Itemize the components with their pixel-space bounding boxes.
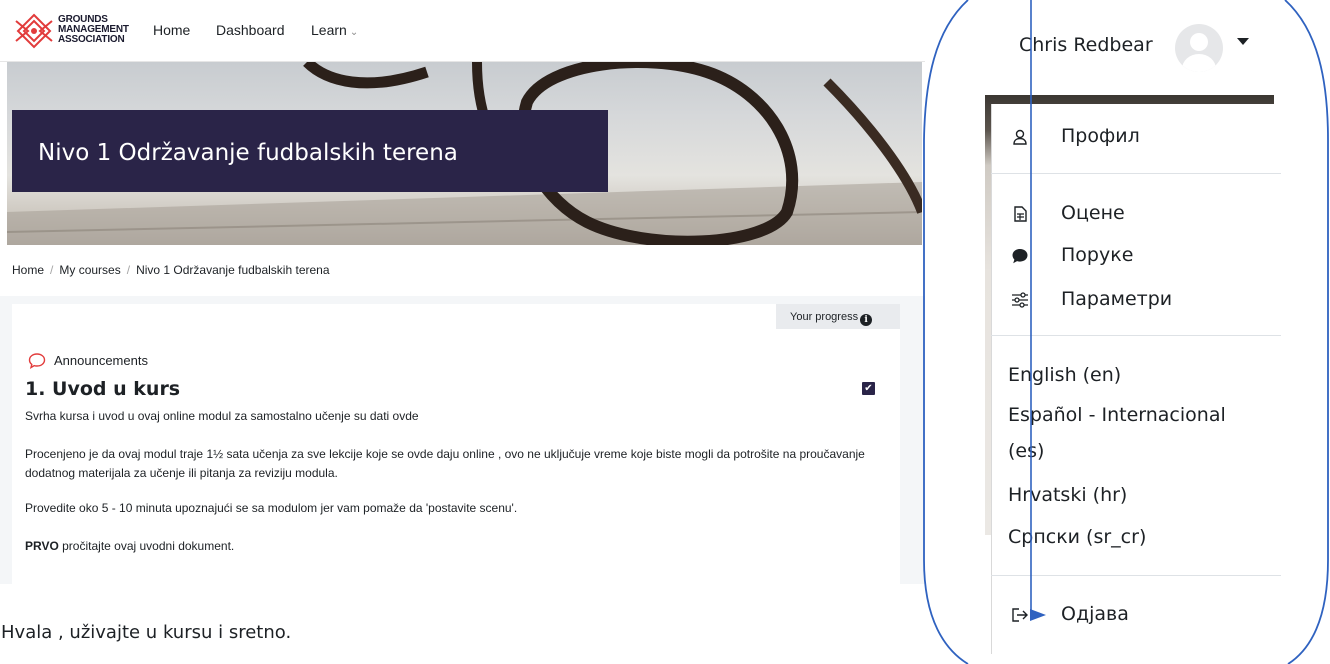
section-paragraph: Svrha kursa i uvod u ovaj online modul z… [25, 409, 419, 423]
breadcrumb: Home / My courses / Nivo 1 Održavanje fudbal… [12, 263, 330, 277]
breadcrumb-current-course[interactable]: Nivo 1 Održavanje fudbalskih terena [136, 263, 329, 277]
logo-emblem-icon [15, 13, 53, 49]
course-header-image: Nivo 1 Održavanje fudbalskih terena [7, 62, 922, 245]
sliders-icon [1012, 292, 1028, 308]
caret-down-icon[interactable] [1237, 38, 1249, 45]
language-option-es[interactable]: Español - Internacional (es) [1008, 397, 1226, 469]
language-option-hr[interactable]: Hrvatski (hr) [1008, 477, 1127, 513]
chevron-down-icon: ⌄ [349, 27, 359, 38]
section-title: 1. Uvod u kurs [25, 378, 181, 400]
language-label: Español - Internacional [1008, 404, 1226, 426]
nav-learn[interactable]: Learn ⌄ [311, 22, 358, 38]
info-icon[interactable]: i [860, 314, 873, 326]
completion-checkbox[interactable]: ✔ [862, 382, 875, 395]
menu-divider [991, 575, 1281, 576]
section-paragraph: Provedite oko 5 - 10 minuta upoznajući s… [25, 501, 518, 515]
menu-item-label: Одјава [1061, 603, 1129, 625]
footer-note: Hvala , uživajte u kursu i sretno. [1, 622, 292, 643]
logo-wordmark: GROUNDS MANAGEMENT ASSOCIATION [58, 14, 129, 45]
menu-divider [991, 335, 1281, 336]
progress-label: Your progress [790, 311, 859, 323]
announcements-link[interactable]: Announcements [28, 352, 148, 370]
message-bubble-icon [1012, 249, 1028, 264]
breadcrumb-my-courses[interactable]: My courses [59, 263, 120, 277]
nav-home[interactable]: Home [153, 22, 190, 38]
user-icon [1013, 129, 1027, 145]
language-code: (es) [1008, 440, 1045, 462]
progress-indicator[interactable]: Your progress i [776, 304, 900, 329]
breadcrumb-home[interactable]: Home [12, 263, 44, 277]
language-option-en[interactable]: English (en) [1008, 357, 1121, 393]
menu-divider [991, 173, 1281, 174]
section-paragraph: Procenjeno je da ovaj modul traje 1½ sat… [25, 447, 865, 480]
breadcrumb-separator: / [50, 263, 54, 277]
avatar-body [1182, 54, 1216, 72]
emphasis-text: PRVO [25, 539, 59, 553]
nav-dashboard[interactable]: Dashboard [216, 22, 285, 38]
menu-item-label: Профил [1061, 125, 1140, 147]
language-option-sr-cr[interactable]: Српски (sr_cr) [1008, 519, 1146, 555]
sign-out-icon [1012, 608, 1028, 622]
announcements-label: Announcements [54, 353, 148, 368]
section-paragraph: PRVO pročitajte ovaj uvodni dokument. [25, 537, 865, 556]
paragraph-text: pročitajte ovaj uvodni dokument. [58, 539, 235, 553]
menu-item-label: Параметри [1061, 288, 1173, 310]
grades-table-icon [1014, 206, 1027, 222]
course-title: Nivo 1 Održavanje fudbalskih terena [38, 140, 458, 166]
menu-item-label: Оцене [1061, 202, 1125, 224]
breadcrumb-separator: / [126, 263, 131, 277]
course-page: GROUNDS MANAGEMENT ASSOCIATION Home Dash… [0, 0, 925, 584]
avatar[interactable] [1175, 24, 1223, 72]
navbar: GROUNDS MANAGEMENT ASSOCIATION Home Dash… [0, 0, 925, 62]
site-logo[interactable]: GROUNDS MANAGEMENT ASSOCIATION [14, 11, 134, 51]
course-title-banner: Nivo 1 Održavanje fudbalskih terena [12, 110, 608, 192]
user-name[interactable]: Chris Redbear [1019, 34, 1153, 56]
forum-bubble-icon [28, 353, 46, 369]
nav-learn-label: Learn [311, 22, 347, 38]
menu-item-label: Поруке [1061, 244, 1134, 266]
avatar-head [1190, 33, 1208, 51]
